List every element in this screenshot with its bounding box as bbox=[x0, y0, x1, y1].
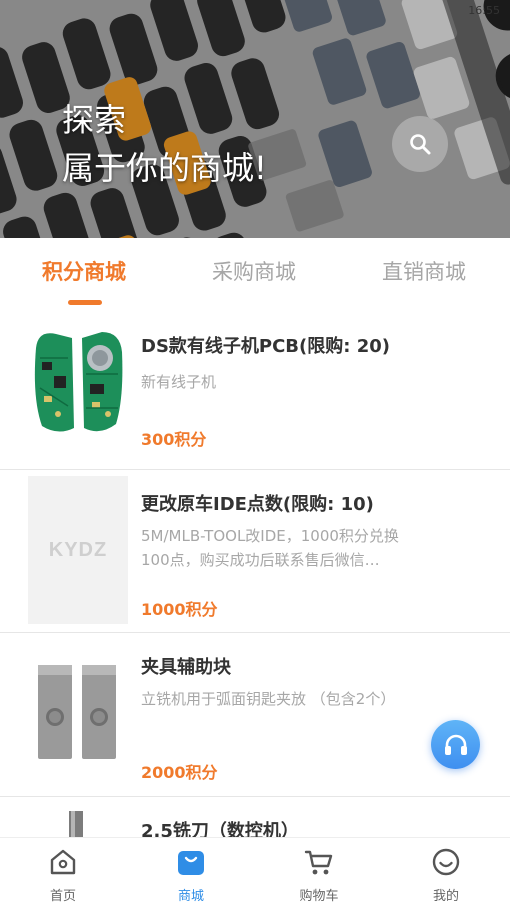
cart-icon bbox=[304, 850, 333, 875]
nav-cart-label: 购物车 bbox=[299, 889, 339, 904]
nav-cart[interactable]: 购物车 bbox=[279, 838, 359, 908]
product-image-placeholder: KYDZ bbox=[28, 476, 128, 624]
product-title: 更改原车IDE点数(限购: 10) bbox=[141, 494, 374, 515]
nav-shop-label: 商城 bbox=[177, 889, 204, 904]
tab-direct-sales-mall[interactable]: 直销商城 bbox=[382, 256, 466, 286]
tab-purchase-mall[interactable]: 采购商城 bbox=[212, 256, 296, 286]
shop-bag-icon bbox=[178, 851, 204, 875]
product-price: 1000积分 bbox=[141, 600, 218, 619]
nav-home-label: 首页 bbox=[49, 889, 76, 904]
search-button[interactable] bbox=[392, 116, 448, 172]
nav-home[interactable]: 首页 bbox=[23, 838, 103, 908]
product-price: 2000积分 bbox=[141, 763, 218, 782]
tab-points-mall[interactable]: 积分商城 bbox=[42, 256, 126, 286]
search-icon bbox=[410, 134, 431, 155]
hero-title-line1: 探索 bbox=[62, 101, 127, 139]
product-image-pcb bbox=[28, 318, 128, 466]
active-tab-indicator bbox=[68, 300, 102, 305]
kydz-logo: KYDZ bbox=[48, 538, 108, 561]
product-image-cutter bbox=[69, 811, 83, 841]
nav-shop[interactable]: 商城 bbox=[151, 838, 231, 908]
hero-title-line2: 属于你的商城! bbox=[62, 149, 267, 187]
product-item[interactable]: 夹具辅助块 立铣机用于弧面钥匙夹放 （包含2个） 2000积分 bbox=[0, 633, 510, 797]
smile-face-icon bbox=[432, 848, 460, 876]
product-price: 300积分 bbox=[141, 430, 207, 449]
product-item[interactable]: KYDZ 更改原车IDE点数(限购: 10) 5M/MLB-TOOL改IDE，1… bbox=[0, 470, 510, 633]
mall-tabs: 积分商城 采购商城 直销商城 bbox=[0, 238, 510, 312]
home-icon bbox=[50, 849, 76, 875]
customer-service-button[interactable] bbox=[431, 720, 480, 769]
bottom-navigation: 首页 商城 购物车 我的 bbox=[0, 838, 510, 908]
product-description: 新有线子机 bbox=[141, 373, 217, 391]
product-title: DS款有线子机PCB(限购: 20) bbox=[141, 336, 390, 357]
product-title: 夹具辅助块 bbox=[141, 657, 231, 678]
nav-mine-label: 我的 bbox=[432, 889, 459, 904]
hero-banner: 16:55 探索 属于你的商城! bbox=[0, 0, 510, 238]
product-item[interactable]: DS款有线子机PCB(限购: 20) 新有线子机 300积分 bbox=[0, 312, 510, 470]
product-description: 立铣机用于弧面钥匙夹放 （包含2个） bbox=[141, 690, 396, 708]
nav-mine[interactable]: 我的 bbox=[406, 838, 486, 908]
product-description: 5M/MLB-TOOL改IDE，1000积分兑换100点，购买成功后联系售后微信… bbox=[141, 527, 399, 569]
headset-icon bbox=[444, 734, 467, 755]
status-time: 16:55 bbox=[468, 4, 500, 17]
product-image-metal-blocks bbox=[28, 641, 128, 789]
